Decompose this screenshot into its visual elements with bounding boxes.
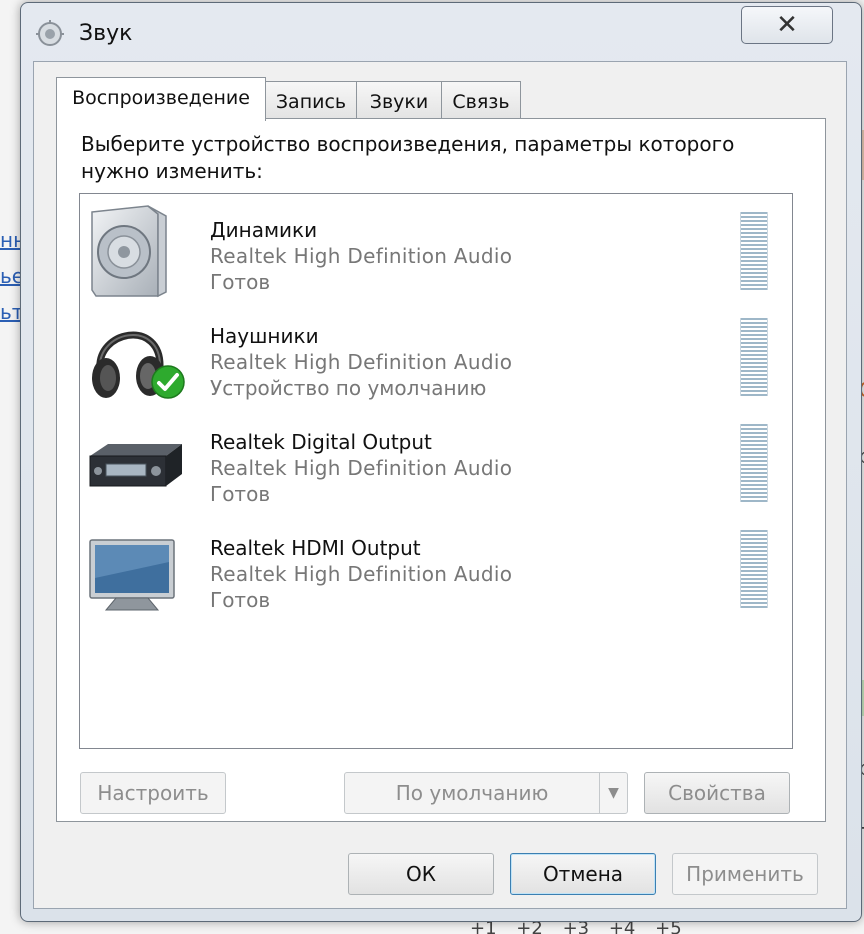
device-driver: Realtek High Definition Audio — [210, 456, 513, 480]
properties-button[interactable]: Свойства — [644, 772, 790, 814]
tab-sounds[interactable]: Звуки — [356, 81, 442, 119]
ok-button[interactable]: ОК — [348, 853, 494, 895]
device-digital-output[interactable]: Realtek Digital Output Realtek High Defi… — [80, 410, 792, 516]
volume-meter — [740, 424, 768, 502]
tab-recording[interactable]: Запись — [265, 81, 357, 119]
sound-dialog: Звук ✕ Воспроизведение Запись Звуки Связ… — [20, 2, 862, 922]
device-name: Динамики — [210, 218, 318, 242]
monitor-icon — [89, 539, 175, 611]
device-name: Наушники — [210, 324, 319, 348]
volume-meter — [740, 318, 768, 396]
device-name: Realtek HDMI Output — [210, 536, 421, 560]
tab-playback[interactable]: Воспроизведение — [56, 77, 266, 121]
chevron-down-icon[interactable]: ▼ — [599, 773, 627, 813]
device-status: Готов — [210, 588, 271, 612]
device-hdmi-output[interactable]: Realtek HDMI Output Realtek High Definit… — [80, 516, 792, 622]
cancel-button[interactable]: Отмена — [510, 853, 656, 895]
title-bar[interactable]: Звук ✕ — [21, 3, 861, 61]
receiver-icon — [89, 444, 182, 487]
device-driver: Realtek High Definition Audio — [210, 562, 513, 586]
close-button[interactable]: ✕ — [741, 6, 833, 44]
volume-meter — [740, 212, 768, 290]
volume-meter — [740, 530, 768, 608]
device-headphones[interactable]: Наушники Realtek High Definition Audio У… — [80, 304, 792, 410]
apply-button[interactable]: Применить — [672, 853, 818, 895]
playback-panel: Выберите устройство воспроизведения, пар… — [56, 118, 826, 822]
tab-communications[interactable]: Связь — [441, 81, 521, 119]
device-status: Устройство по умолчанию — [210, 376, 487, 400]
window-title: Звук — [79, 21, 133, 46]
set-default-button[interactable]: По умолчанию ▼ — [344, 772, 628, 814]
device-driver: Realtek High Definition Audio — [210, 244, 513, 268]
dialog-client-area: Воспроизведение Запись Звуки Связь Выбер… — [33, 61, 847, 909]
device-list[interactable]: Динамики Realtek High Definition Audio Г… — [79, 193, 793, 749]
speaker-icon — [91, 205, 167, 298]
device-name: Realtek Digital Output — [210, 430, 432, 454]
device-speakers[interactable]: Динамики Realtek High Definition Audio Г… — [80, 198, 792, 304]
configure-button[interactable]: Настроить — [80, 772, 226, 814]
set-default-label: По умолчанию — [395, 781, 549, 805]
device-driver: Realtek High Definition Audio — [210, 350, 513, 374]
green-check-icon — [151, 365, 185, 399]
device-status: Готов — [210, 270, 271, 294]
sound-app-icon — [36, 20, 64, 46]
instruction-text: Выберите устройство воспроизведения, пар… — [81, 132, 735, 183]
device-status: Готов — [210, 482, 271, 506]
